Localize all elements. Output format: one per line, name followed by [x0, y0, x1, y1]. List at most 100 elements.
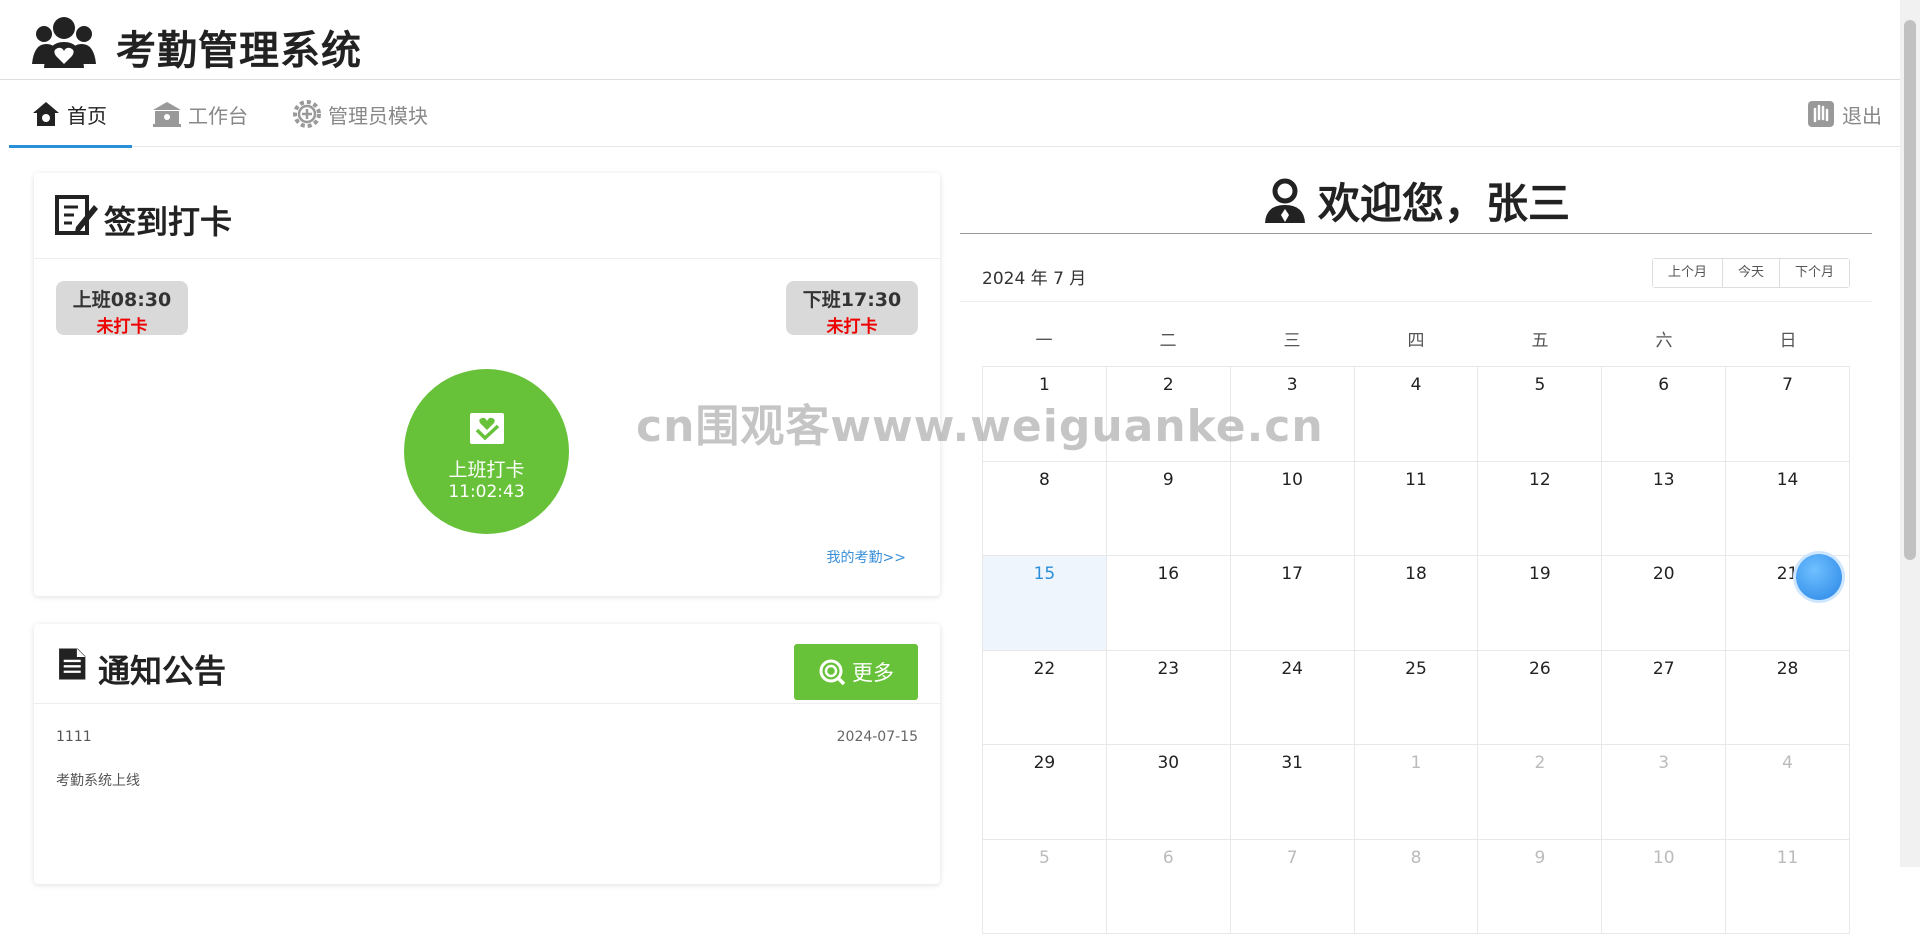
- calendar-day[interactable]: 24: [1231, 651, 1355, 746]
- check-heart-icon: [469, 409, 505, 445]
- notice-item-title[interactable]: 1111: [56, 729, 92, 745]
- calendar-day[interactable]: 10: [1231, 462, 1355, 557]
- calendar-day[interactable]: 7: [1231, 840, 1355, 934]
- page-scrollbar[interactable]: [1900, 0, 1920, 867]
- logout-button[interactable]: 退出: [1806, 81, 1882, 147]
- calendar-day[interactable]: 27: [1602, 651, 1726, 746]
- calendar-day[interactable]: 14: [1726, 462, 1850, 557]
- calendar-day[interactable]: 18: [1355, 556, 1479, 651]
- checkin-card-header: 签到打卡: [34, 173, 940, 259]
- calendar-month: 2024 年 7 月: [982, 264, 1086, 289]
- calendar-day[interactable]: 8: [983, 462, 1107, 557]
- calendar-day[interactable]: 28: [1726, 651, 1850, 746]
- on-duty-status: 未打卡: [56, 312, 188, 337]
- weekday: 五: [1478, 320, 1602, 366]
- more-button-label: 更多: [852, 657, 894, 687]
- calendar-day[interactable]: 5: [983, 840, 1107, 934]
- nav-workbench-label: 工作台: [188, 100, 248, 129]
- home-icon: [31, 99, 61, 129]
- calendar-day[interactable]: 7: [1726, 367, 1850, 462]
- search-icon: [818, 658, 846, 686]
- calendar-day[interactable]: 5: [1478, 367, 1602, 462]
- calendar-day[interactable]: 1: [1355, 745, 1479, 840]
- next-month-button[interactable]: 下个月: [1780, 259, 1849, 287]
- off-duty-time: 下班17:30: [786, 285, 918, 312]
- calendar-nav: 上个月 今天 下个月: [1652, 258, 1850, 288]
- calendar-day-today[interactable]: 15: [983, 556, 1107, 651]
- punch-time: 11:02:43: [404, 482, 569, 502]
- calendar-day[interactable]: 2: [1478, 745, 1602, 840]
- gear-icon: [292, 99, 322, 129]
- calendar-day[interactable]: 9: [1478, 840, 1602, 934]
- punch-label: 上班打卡: [404, 455, 569, 482]
- calendar-day[interactable]: 12: [1478, 462, 1602, 557]
- user-icon: [1262, 178, 1308, 224]
- calendar-day[interactable]: 4: [1355, 367, 1479, 462]
- weekday: 一: [982, 320, 1106, 366]
- nav-home[interactable]: 首页: [9, 81, 132, 147]
- more-button[interactable]: 更多: [794, 644, 918, 700]
- weekday: 六: [1602, 320, 1726, 366]
- watermark: cn围观客www.weiguanke.cn: [636, 390, 1324, 454]
- weekday: 日: [1726, 320, 1850, 366]
- calendar-day[interactable]: 11: [1355, 462, 1479, 557]
- my-attendance-link[interactable]: 我的考勤>>: [827, 547, 906, 567]
- notice-item-date: 2024-07-15: [837, 729, 918, 745]
- calendar-header: 2024 年 7 月 上个月 今天 下个月: [960, 252, 1872, 302]
- calendar-day[interactable]: 22: [983, 651, 1107, 746]
- calendar-weekdays: 一 二 三 四 五 六 日: [982, 320, 1850, 366]
- nav-admin[interactable]: 管理员模块: [292, 81, 428, 147]
- on-duty-badge: 上班08:30 未打卡: [56, 281, 188, 335]
- sign-in-icon: [54, 193, 98, 237]
- calendar-day[interactable]: 4: [1726, 745, 1850, 840]
- logout-label: 退出: [1842, 100, 1882, 129]
- users-logo-icon: [30, 14, 98, 70]
- calendar-day[interactable]: 11: [1726, 840, 1850, 934]
- on-duty-time: 上班08:30: [56, 285, 188, 312]
- calendar-day[interactable]: 23: [1107, 651, 1231, 746]
- weekday: 三: [1230, 320, 1354, 366]
- weekday: 四: [1354, 320, 1478, 366]
- floating-assistant-button[interactable]: [1796, 554, 1842, 600]
- scrollbar-thumb[interactable]: [1904, 20, 1916, 560]
- calendar-day[interactable]: 6: [1107, 840, 1231, 934]
- checkin-title: 签到打卡: [104, 197, 232, 243]
- off-duty-status: 未打卡: [786, 312, 918, 337]
- welcome-banner: 欢迎您，张三: [960, 168, 1872, 234]
- building-icon: [152, 99, 182, 129]
- off-duty-badge: 下班17:30 未打卡: [786, 281, 918, 335]
- calendar-day[interactable]: 10: [1602, 840, 1726, 934]
- punch-button[interactable]: 上班打卡 11:02:43: [404, 369, 569, 534]
- notice-item-body: 考勤系统上线: [56, 770, 140, 790]
- notice-title: 通知公告: [98, 646, 226, 692]
- notice-card: 通知公告 更多 1111 2024-07-15 考勤系统上线: [34, 624, 940, 884]
- calendar-day[interactable]: 3: [1602, 745, 1726, 840]
- calendar-day[interactable]: 25: [1355, 651, 1479, 746]
- calendar-day[interactable]: 26: [1478, 651, 1602, 746]
- weekday: 二: [1106, 320, 1230, 366]
- calendar-day[interactable]: 8: [1355, 840, 1479, 934]
- calendar-day[interactable]: 17: [1231, 556, 1355, 651]
- logout-hand-icon: [1806, 99, 1836, 129]
- calendar-day[interactable]: 30: [1107, 745, 1231, 840]
- calendar-day[interactable]: 16: [1107, 556, 1231, 651]
- calendar-day[interactable]: 29: [983, 745, 1107, 840]
- calendar-day[interactable]: 6: [1602, 367, 1726, 462]
- app-title: 考勤管理系统: [116, 18, 362, 76]
- main-nav: 首页 工作台 管理员模块 退出: [9, 81, 1900, 147]
- calendar-day[interactable]: 9: [1107, 462, 1231, 557]
- calendar-day[interactable]: 31: [1231, 745, 1355, 840]
- checkin-card: 签到打卡 上班08:30 未打卡 下班17:30 未打卡 上班打卡 11:02:…: [34, 173, 940, 596]
- notice-card-header: 通知公告 更多: [34, 624, 940, 704]
- calendar-day[interactable]: 13: [1602, 462, 1726, 557]
- calendar-day[interactable]: 19: [1478, 556, 1602, 651]
- prev-month-button[interactable]: 上个月: [1653, 259, 1723, 287]
- nav-home-label: 首页: [67, 100, 107, 129]
- calendar-day[interactable]: 20: [1602, 556, 1726, 651]
- nav-workbench[interactable]: 工作台: [152, 81, 248, 147]
- document-icon: [56, 644, 90, 684]
- app-header: 考勤管理系统: [0, 0, 1900, 80]
- nav-admin-label: 管理员模块: [328, 100, 428, 129]
- today-button[interactable]: 今天: [1723, 259, 1780, 287]
- welcome-text: 欢迎您，张三: [1318, 170, 1570, 231]
